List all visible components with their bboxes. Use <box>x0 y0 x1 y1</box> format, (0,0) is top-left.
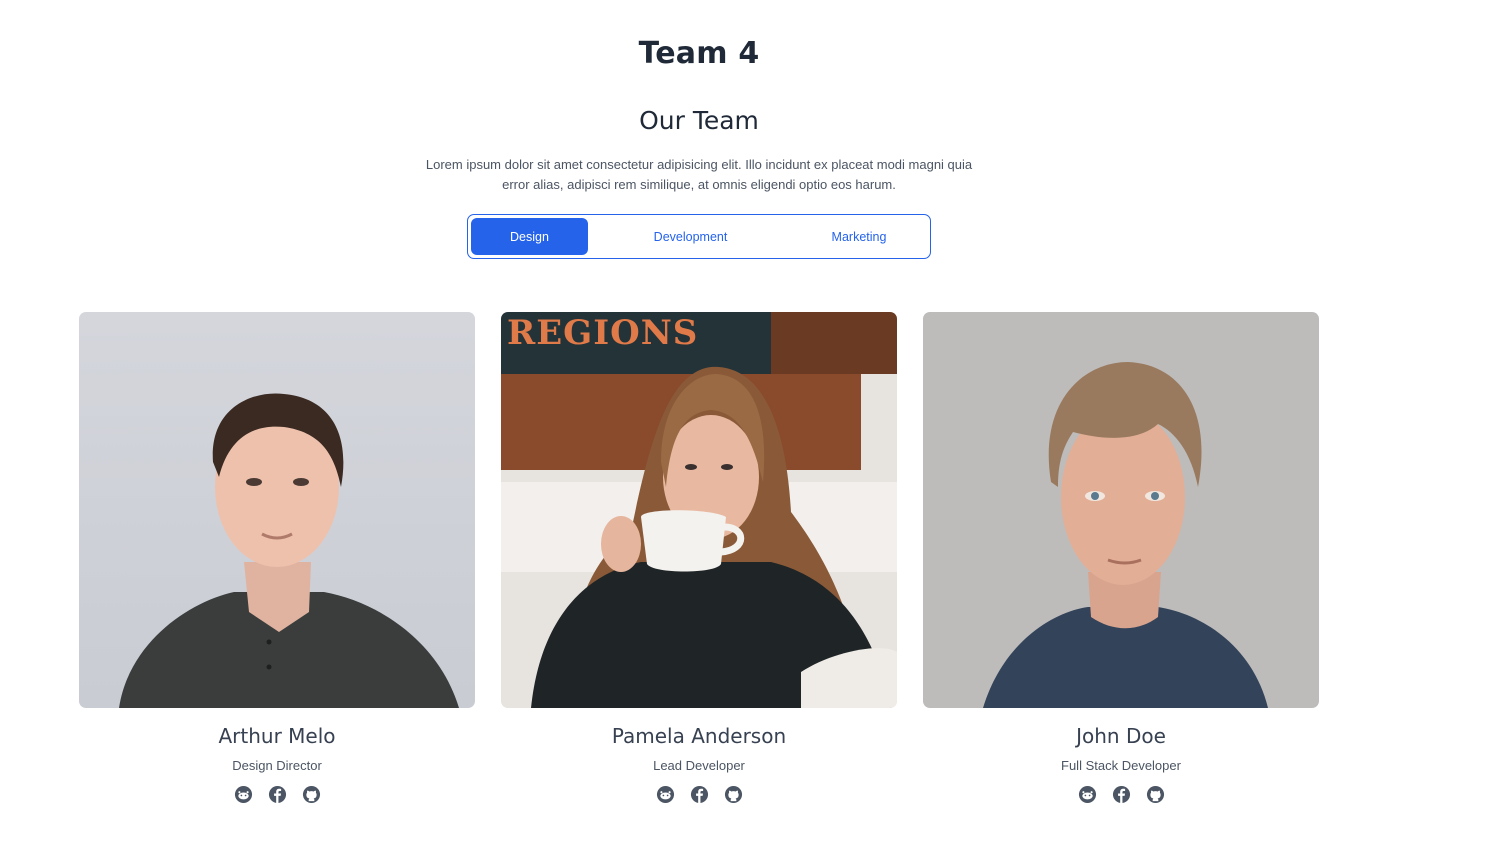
photo-signage-text: REGIONS <box>507 313 698 353</box>
reddit-icon[interactable] <box>1078 785 1097 804</box>
reddit-icon[interactable] <box>234 785 253 804</box>
github-icon[interactable] <box>724 785 743 804</box>
social-links <box>501 785 897 804</box>
section-title: Our Team <box>639 106 759 135</box>
github-icon[interactable] <box>302 785 321 804</box>
facebook-icon[interactable] <box>690 785 709 804</box>
member-photo <box>923 312 1319 708</box>
team-filter-tabs: Design Development Marketing <box>467 214 931 259</box>
social-links <box>79 785 475 804</box>
page-title: Team 4 <box>638 36 760 71</box>
github-icon[interactable] <box>1146 785 1165 804</box>
member-role: Full Stack Developer <box>1061 758 1181 773</box>
team-member-card: REGIONS Pamela Anderson Lead Developer <box>501 312 897 804</box>
member-photo: REGIONS <box>501 312 897 708</box>
tab-development[interactable]: Development <box>588 218 793 255</box>
member-photo <box>79 312 475 708</box>
member-role: Design Director <box>232 758 322 773</box>
tab-design[interactable]: Design <box>471 218 588 255</box>
facebook-icon[interactable] <box>1112 785 1131 804</box>
facebook-icon[interactable] <box>268 785 287 804</box>
team-member-card: John Doe Full Stack Developer <box>923 312 1319 804</box>
reddit-icon[interactable] <box>656 785 675 804</box>
member-role: Lead Developer <box>653 758 745 773</box>
member-name: Arthur Melo <box>218 724 336 748</box>
tab-marketing[interactable]: Marketing <box>793 218 925 255</box>
member-name: John Doe <box>1076 724 1166 748</box>
section-description: Lorem ipsum dolor sit amet consectetur a… <box>425 157 973 192</box>
member-name: Pamela Anderson <box>611 724 787 748</box>
social-links <box>923 785 1319 804</box>
team-member-card: Arthur Melo Design Director <box>79 312 475 804</box>
